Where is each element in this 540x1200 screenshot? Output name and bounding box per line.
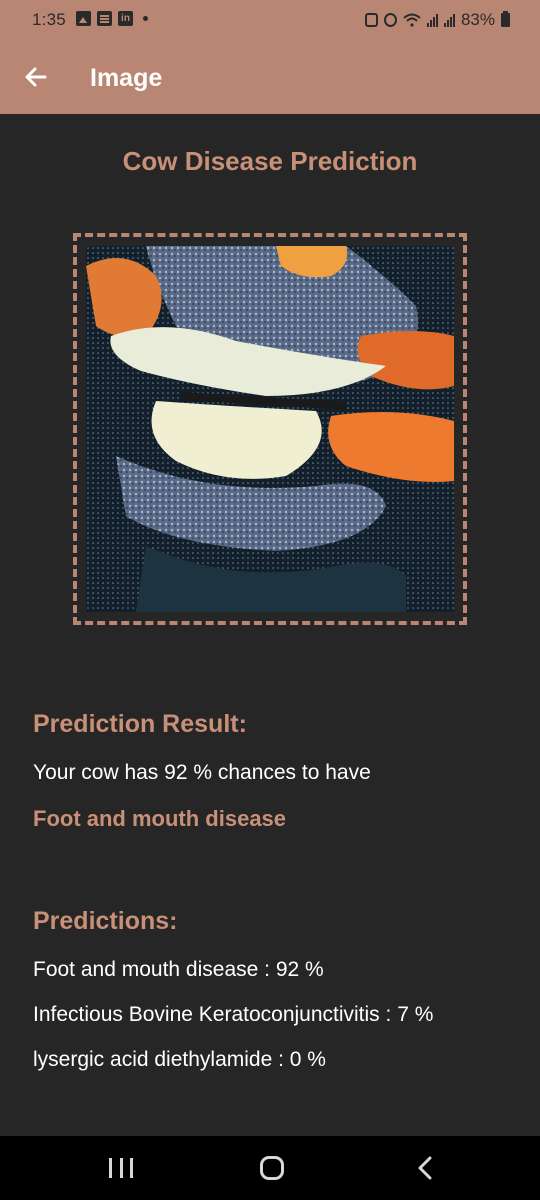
app-bar: Image [0, 40, 540, 114]
back-icon[interactable] [412, 1154, 440, 1182]
status-bar: 1:35 in 83% [0, 0, 540, 40]
arrow-left-icon[interactable] [18, 59, 54, 95]
nfc-icon [364, 13, 378, 27]
system-icons: 83% [364, 10, 510, 30]
battery-icon [501, 11, 510, 27]
status-time: 1:35 [32, 10, 66, 29]
wifi-icon [403, 13, 421, 27]
page-heading: Cow Disease Prediction [122, 146, 418, 176]
home-icon[interactable] [260, 1156, 284, 1180]
news-icon [97, 11, 112, 26]
predictions-title: Predictions: [33, 907, 178, 935]
cow-photo[interactable] [86, 246, 454, 612]
signal-icon [443, 13, 455, 27]
prediction-item: Infectious Bovine Keratoconjunctivitis :… [33, 1003, 434, 1026]
prediction-item: Foot and mouth disease : 92 % [33, 958, 324, 981]
gallery-icon [76, 11, 91, 26]
battery-percent: 83% [460, 10, 495, 29]
linkedin-icon: in [118, 11, 133, 26]
signal-icon [426, 13, 438, 27]
notification-icons: in [76, 11, 148, 26]
system-nav-bar [0, 1136, 540, 1200]
prediction-result-title: Prediction Result: [33, 710, 247, 738]
prediction-sentence: Your cow has 92 % chances to have [33, 761, 371, 784]
prediction-item: lysergic acid diethylamide : 0 % [33, 1048, 326, 1071]
more-notifications-dot [143, 16, 148, 21]
app-bar-title: Image [90, 64, 163, 92]
alarm-icon [383, 13, 397, 27]
predicted-disease: Foot and mouth disease [33, 806, 287, 831]
recent-apps-icon[interactable] [109, 1158, 133, 1178]
